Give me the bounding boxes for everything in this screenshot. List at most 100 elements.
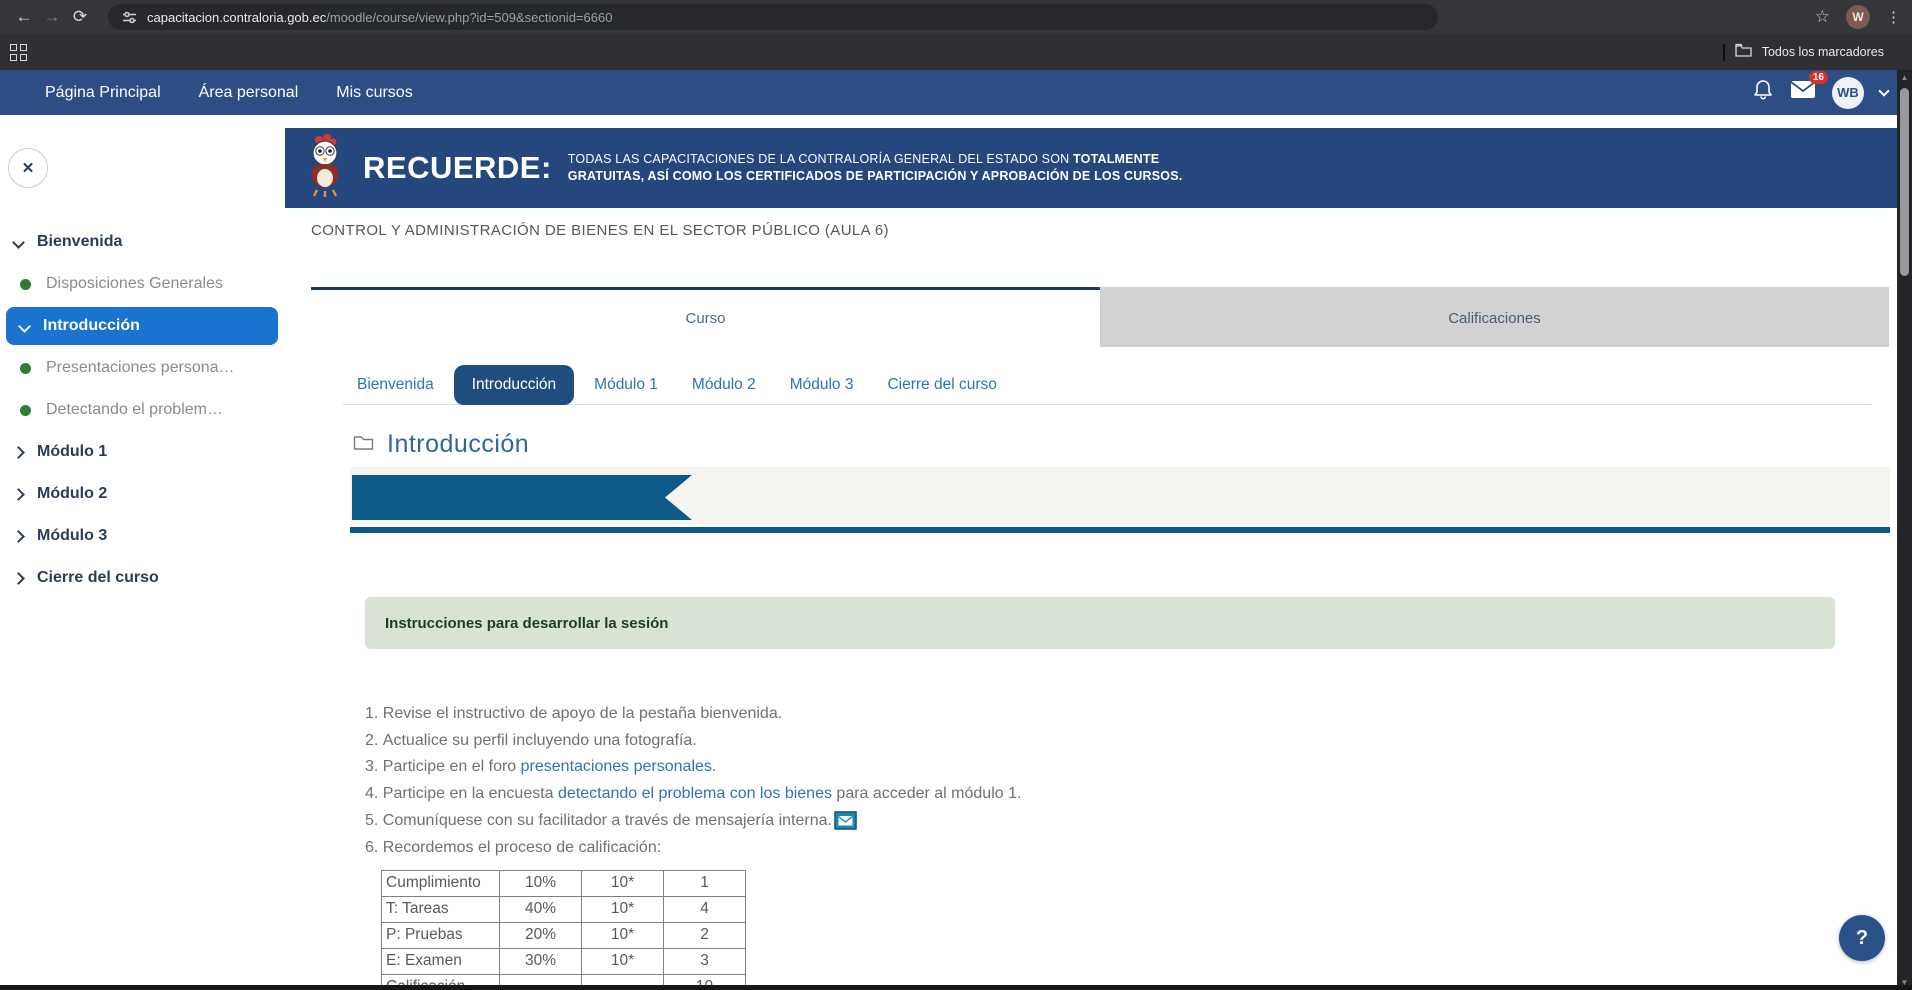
site-navbar: Página PrincipalÁrea personalMis cursos …: [0, 70, 1912, 115]
user-menu-chevron-icon[interactable]: [1878, 85, 1889, 96]
scroll-up-icon[interactable]: ▲: [1897, 73, 1912, 82]
bookmark-star-icon[interactable]: ☆: [1815, 7, 1830, 27]
sidebar-item-label: Cierre del curso: [37, 569, 159, 587]
subtab-cierre-del-curso[interactable]: Cierre del curso: [873, 366, 1010, 404]
item-text: Comuníquese con su facilitador a través …: [383, 812, 832, 830]
inline-link[interactable]: presentaciones personales: [521, 758, 712, 776]
table-cell: P: Pruebas: [382, 922, 500, 948]
item-number: 2.: [365, 732, 383, 750]
sidebar-item-módulo-1[interactable]: Módulo 1: [0, 431, 278, 473]
user-avatar[interactable]: WB: [1832, 77, 1864, 109]
ribbon-flag: [352, 475, 692, 520]
sidebar-item-label: Introducción: [43, 317, 140, 335]
back-button[interactable]: ←: [10, 7, 38, 27]
sidebar-item-label: Presentaciones persona…: [46, 359, 235, 377]
nav-link-área-personal[interactable]: Área personal: [199, 84, 299, 102]
page-scrollbar[interactable]: ▲ ▼: [1897, 70, 1912, 990]
mascot-image: [303, 134, 349, 203]
sidebar-item-módulo-2[interactable]: Módulo 2: [0, 473, 278, 515]
sidebar-item-disposiciones-generales[interactable]: Disposiciones Generales: [0, 263, 278, 305]
table-row: P: Pruebas20%10*2: [382, 922, 746, 948]
browser-toolbar: ← → ⟳ capacitacion.contraloria.gob.ec/mo…: [0, 0, 1912, 34]
subtab-introducción[interactable]: Introducción: [454, 365, 574, 405]
sidebar-item-detectando-el-problem[interactable]: Detectando el problem…: [0, 389, 278, 431]
table-cell: 2: [664, 922, 746, 948]
subtab-bienvenida[interactable]: Bienvenida: [343, 366, 448, 404]
reminder-banner: RECUERDE: TODAS LAS CAPACITACIONES DE LA…: [285, 128, 1897, 208]
sidebar-item-presentaciones-persona[interactable]: Presentaciones persona…: [0, 347, 278, 389]
instructions-list: 1. Revise el instructivo de apoyo de la …: [365, 705, 1912, 857]
nav-link-página-principal[interactable]: Página Principal: [45, 84, 161, 102]
apps-grid-icon[interactable]: [10, 44, 27, 61]
chevron-right-icon: [12, 530, 25, 543]
scrollbar-thumb[interactable]: [1900, 88, 1909, 276]
browser-profile-avatar[interactable]: W: [1846, 5, 1870, 29]
sidebar-close-button[interactable]: ✕: [8, 148, 48, 188]
instruction-item: 5. Comuníquese con su facilitador a trav…: [365, 811, 1912, 830]
table-cell: E: Examen: [382, 948, 500, 974]
table-cell: 10*: [582, 870, 664, 896]
sidebar-item-label: Bienvenida: [37, 233, 122, 251]
item-text: Actualice su perfil incluyendo una fotog…: [383, 732, 697, 750]
item-number: 5.: [365, 812, 383, 830]
table-cell: 10*: [582, 896, 664, 922]
tab-curso[interactable]: Curso: [311, 287, 1100, 347]
item-text: Revise el instructivo de apoyo de la pes…: [383, 705, 782, 723]
notifications-bell-icon[interactable]: [1752, 78, 1774, 107]
help-button[interactable]: ?: [1839, 915, 1885, 961]
completion-dot-icon: [20, 405, 31, 416]
table-cell: 10%: [500, 870, 582, 896]
banner-heading: RECUERDE:: [363, 150, 552, 186]
subtab-módulo-3[interactable]: Módulo 3: [776, 366, 868, 404]
main-content: RECUERDE: TODAS LAS CAPACITACIONES DE LA…: [283, 115, 1912, 990]
question-mark-icon: ?: [1856, 927, 1868, 950]
sidebar-item-bienvenida[interactable]: Bienvenida: [0, 221, 278, 263]
sidebar-item-cierre-del-curso[interactable]: Cierre del curso: [0, 557, 278, 599]
url-path: /moodle/course/view.php?id=509&sectionid…: [326, 10, 612, 25]
instruction-item: 1. Revise el instructivo de apoyo de la …: [365, 705, 1912, 723]
nav-link-mis-cursos[interactable]: Mis cursos: [336, 84, 412, 102]
all-bookmarks-label[interactable]: Todos los marcadores: [1762, 45, 1884, 59]
item-text: Recordemos el proceso de calificación:: [383, 839, 661, 857]
course-index-sidebar: ✕ Bienvenida Disposiciones Generales Intro…: [0, 115, 283, 990]
sidebar-item-módulo-3[interactable]: Módulo 3: [0, 515, 278, 557]
forward-button[interactable]: →: [38, 7, 66, 27]
folder-icon: [1735, 43, 1752, 62]
subtab-módulo-1[interactable]: Módulo 1: [580, 366, 672, 404]
inline-link[interactable]: detectando el problema con los bienes: [558, 785, 832, 803]
table-cell: T: Tareas: [382, 896, 500, 922]
subtab-módulo-2[interactable]: Módulo 2: [678, 366, 770, 404]
item-text: Participe en el foro: [383, 758, 521, 776]
item-number: 3.: [365, 758, 383, 776]
table-cell: 30%: [500, 948, 582, 974]
banner-text: TODAS LAS CAPACITACIONES DE LA CONTRALOR…: [568, 151, 1183, 186]
url-bar[interactable]: capacitacion.contraloria.gob.ec/moodle/c…: [108, 4, 1438, 30]
instructions-box-title: Instrucciones para desarrollar la sesión: [385, 615, 668, 632]
sidebar-item-introducción[interactable]: Introducción: [6, 307, 278, 345]
item-text: para acceder al módulo 1.: [832, 785, 1021, 803]
sidebar-item-label: Módulo 3: [37, 527, 107, 545]
instruction-item: 6. Recordemos el proceso de calificación…: [365, 839, 1912, 857]
grading-table: Cumplimiento10%10*1T: Tareas40%10*4P: Pr…: [381, 870, 746, 990]
reload-button[interactable]: ⟳: [66, 7, 94, 27]
tab-calificaciones[interactable]: Calificaciones: [1100, 287, 1889, 347]
close-icon: ✕: [22, 159, 35, 177]
url-domain: capacitacion.contraloria.gob.ec: [147, 10, 326, 25]
sidebar-item-label: Módulo 1: [37, 443, 107, 461]
table-row: E: Examen30%10*3: [382, 948, 746, 974]
table-cell: 10*: [582, 922, 664, 948]
table-cell: 10*: [582, 948, 664, 974]
chevron-down-icon: [18, 320, 31, 333]
banner-line2: GRATUITAS, ASÍ COMO LOS CERTIFICADOS DE …: [568, 169, 1183, 183]
envelope-icon[interactable]: [834, 811, 857, 830]
table-cell: 1: [664, 870, 746, 896]
bookmarks-divider: [1723, 44, 1725, 61]
ribbon-strip: [350, 467, 1890, 525]
section-tabs: BienvenidaIntroducciónMódulo 1Módulo 2Mó…: [343, 365, 1871, 405]
bookmarks-bar: Todos los marcadores: [0, 34, 1912, 70]
folder-icon: [353, 434, 374, 456]
site-settings-icon[interactable]: [122, 10, 137, 25]
completion-dot-icon: [20, 279, 31, 290]
messages-button[interactable]: 16: [1790, 80, 1816, 105]
browser-menu-icon[interactable]: ⋮: [1886, 8, 1902, 26]
